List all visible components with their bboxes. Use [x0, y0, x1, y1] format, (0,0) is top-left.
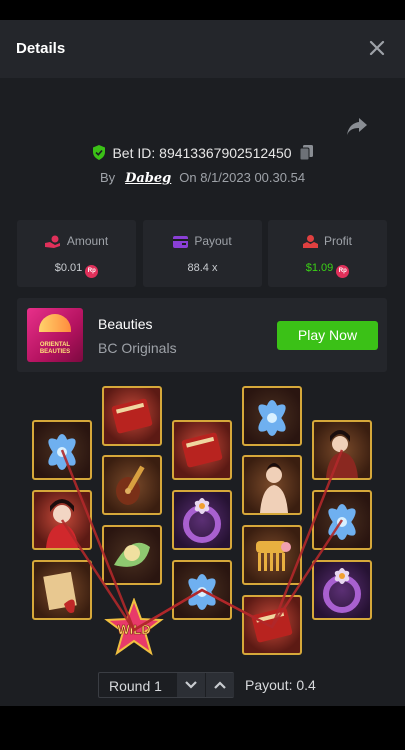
beauty-back-symbol	[242, 455, 302, 515]
book-symbol	[102, 386, 162, 446]
amount-label: Amount	[66, 234, 109, 248]
ring-symbol	[312, 560, 372, 620]
details-header: Details	[0, 20, 405, 78]
wallet-icon	[173, 236, 189, 248]
shield-icon	[92, 145, 106, 163]
beauty-symbol	[32, 490, 92, 550]
coin-icon: Rp	[85, 265, 99, 278]
status-bar	[0, 0, 405, 20]
pipa-symbol	[102, 455, 162, 515]
lotus-symbol	[242, 386, 302, 446]
game-card: ORIENTAL BEAUTIES Beauties BC Originals …	[17, 298, 387, 372]
book-symbol	[172, 420, 232, 480]
chevron-up-icon	[214, 681, 226, 689]
wild-symbol: WILD	[104, 597, 164, 658]
round-label: Round 1	[109, 678, 162, 694]
round-down-button[interactable]	[177, 673, 205, 697]
scroll-symbol	[32, 560, 92, 620]
money-hand-icon	[44, 235, 60, 248]
profit-label: Profit	[323, 234, 352, 248]
close-icon[interactable]	[367, 38, 387, 58]
profit-value-row: $1.09 Rp	[268, 262, 387, 278]
wild-text: WILD	[117, 622, 150, 637]
username-link[interactable]: Dabeg	[125, 171, 171, 186]
amount-card: Amount $0.01 Rp	[17, 220, 136, 287]
payout-label: Payout	[194, 234, 232, 248]
profit-value: $1.09	[305, 262, 334, 274]
play-now-button[interactable]: Play Now	[277, 321, 378, 350]
round-selector[interactable]: Round 1	[98, 672, 234, 698]
comb-symbol	[242, 525, 302, 585]
thumbnail-logo-text: ORIENTAL BEAUTIES	[39, 342, 71, 355]
payout-value: 88.4 x	[187, 262, 218, 274]
copy-icon[interactable]	[299, 145, 313, 163]
beauty-symbol	[312, 420, 372, 480]
game-name: Beauties	[98, 316, 153, 332]
profit-card: Profit $1.09 Rp	[268, 220, 387, 287]
profit-label-row: Profit	[268, 234, 387, 248]
ring-symbol	[172, 490, 232, 550]
bet-id-text: Bet ID: 89413367902512450	[112, 145, 292, 161]
game-thumbnail[interactable]: ORIENTAL BEAUTIES	[27, 308, 83, 362]
amount-value-row: $0.01 Rp	[17, 262, 136, 278]
lotus-symbol	[172, 560, 232, 620]
amount-value: $0.01	[54, 262, 83, 274]
lotus-symbol	[312, 490, 372, 550]
round-up-button[interactable]	[206, 673, 234, 697]
bet-byline: By Dabeg On 8/1/2023 00.30.54	[0, 170, 405, 186]
mask-symbol	[102, 525, 162, 585]
bet-datetime: 8/1/2023 00.30.54	[200, 170, 306, 185]
share-icon[interactable]	[346, 116, 368, 136]
payout-label-row: Payout	[143, 234, 262, 248]
round-payout: Payout: 0.4	[245, 677, 316, 693]
payout-card: Payout 88.4 x	[143, 220, 262, 287]
bet-id-row: Bet ID: 89413367902512450	[0, 145, 405, 163]
lotus-symbol	[32, 420, 92, 480]
by-label: By	[99, 170, 116, 185]
book-symbol	[242, 595, 302, 655]
fan-icon	[39, 314, 71, 332]
on-label: On	[179, 170, 197, 185]
game-provider: BC Originals	[98, 340, 177, 356]
amount-label-row: Amount	[17, 234, 136, 248]
bottom-bar	[0, 706, 405, 750]
coin-icon: Rp	[336, 265, 350, 278]
page-title: Details	[16, 40, 66, 57]
profit-hand-icon	[302, 235, 318, 248]
chevron-down-icon	[185, 681, 197, 689]
